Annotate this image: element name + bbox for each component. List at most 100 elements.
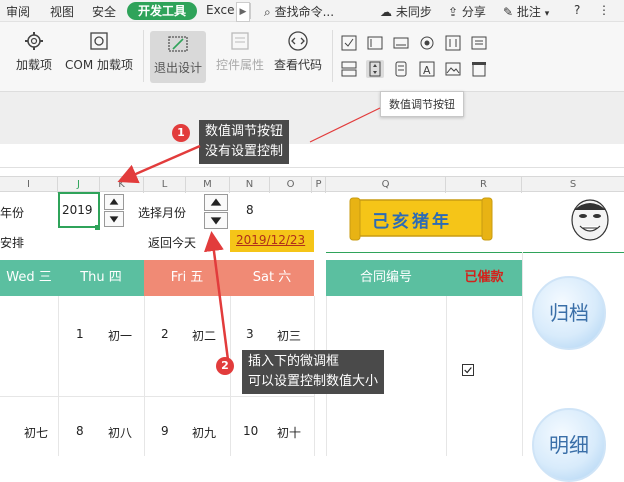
cal-lunar-day: 初九	[192, 426, 217, 440]
checkmark-icon	[464, 367, 472, 374]
cal-lunar-day: 初三	[277, 329, 302, 343]
groupbox-control-icon[interactable]	[392, 60, 410, 78]
search-command[interactable]: ⌕ 查找命令...	[264, 3, 334, 20]
com-addins-button[interactable]: COM 加载项	[62, 30, 136, 73]
gear-icon	[25, 32, 43, 50]
cal-day-number[interactable]: 1	[76, 327, 84, 341]
month-value: 8	[246, 203, 254, 217]
archive-button[interactable]: 归档	[532, 276, 606, 350]
year-spin-down-button[interactable]	[104, 211, 124, 227]
checkbox-control-icon[interactable]	[340, 34, 358, 52]
exit-design-button[interactable]: 退出设计	[150, 31, 206, 83]
search-icon: ⌕	[264, 5, 271, 19]
detail-button[interactable]: 明细	[532, 408, 606, 482]
ribbon-gap	[0, 92, 624, 144]
share-label: 分享	[461, 5, 486, 19]
callout-1-line1: 数值调节按钮	[205, 124, 284, 139]
code-icon	[288, 31, 308, 51]
help-button[interactable]: ?	[574, 3, 580, 17]
control-properties-button[interactable]: 控件属性	[212, 30, 268, 73]
exit-design-label: 退出设计	[153, 61, 202, 75]
urged-checkbox[interactable]	[462, 364, 474, 376]
share-button[interactable]: ⇪ 分享	[448, 3, 486, 20]
cal-day-number[interactable]: 2	[161, 327, 169, 341]
month-label: 选择月份	[138, 206, 187, 220]
fill-handle[interactable]	[95, 225, 100, 230]
meme-face-icon	[571, 199, 609, 241]
menu-security[interactable]: 安全	[92, 3, 116, 20]
more-controls-icon[interactable]	[470, 60, 488, 78]
schedule-label: 安排	[0, 236, 25, 250]
year-spin-up-button[interactable]	[104, 194, 124, 210]
today-date-cell: 2019/12/23	[230, 230, 314, 252]
column-header-o[interactable]: O	[270, 177, 312, 193]
spin-button-control-icon[interactable]	[366, 60, 384, 78]
cal-lunar-day: 初七	[24, 426, 49, 440]
today-date[interactable]: 2019/12/23	[236, 233, 305, 247]
combobox-control-icon[interactable]	[470, 34, 488, 52]
callout-2-badge: 2	[216, 357, 234, 375]
callout-2-line1: 插入下的微调框	[248, 354, 340, 369]
cal-day-number[interactable]: 3	[246, 327, 254, 341]
callout-2: 插入下的微调框 可以设置控制数值大小	[242, 350, 385, 394]
column-header-l[interactable]: L	[144, 177, 186, 193]
month-spin-down-button[interactable]	[204, 212, 228, 229]
design-mode-icon	[168, 36, 188, 52]
cal-header-wed: Wed 三	[0, 260, 58, 296]
cal-header-fri: Fri 五	[144, 260, 230, 296]
cal-lunar-day: 初二	[192, 329, 217, 343]
cloud-sync-icon: ☁	[380, 5, 392, 19]
image-control-icon[interactable]	[444, 60, 462, 78]
column-header-r[interactable]: R	[446, 177, 522, 193]
menu-review[interactable]: 审阅	[6, 3, 30, 20]
column-header-s[interactable]: S	[522, 177, 624, 193]
column-header-n[interactable]: N	[230, 177, 270, 193]
urged-payment-header: 已催款	[446, 260, 522, 296]
column-header-q[interactable]: Q	[326, 177, 446, 193]
svg-text:A: A	[423, 64, 431, 77]
column-header-k[interactable]: K	[100, 177, 144, 193]
month-spin-up-button[interactable]	[204, 194, 228, 211]
sync-status[interactable]: ☁ 未同步	[380, 3, 432, 20]
menu-view[interactable]: 视图	[50, 3, 74, 20]
cal-day-number[interactable]: 8	[76, 424, 84, 438]
textbox-control-icon[interactable]	[366, 34, 384, 52]
chevron-down-icon: ▾	[544, 9, 550, 19]
column-headers: I J K L M N O P Q R S	[0, 176, 624, 193]
return-today-link[interactable]: 返回今天	[148, 234, 196, 251]
callout-1: 数值调节按钮 没有设置控制	[199, 120, 290, 164]
share-icon: ⇪	[448, 5, 459, 19]
addins-button[interactable]: 加载项	[14, 30, 54, 73]
contract-number-header: 合同编号	[326, 260, 446, 296]
option-button-control-icon[interactable]	[418, 34, 436, 52]
column-header-p[interactable]: P	[312, 177, 326, 193]
comment-button[interactable]: ✎ 批注 ▾	[503, 3, 549, 20]
scrollbar-control-icon[interactable]	[340, 60, 358, 78]
label-control-icon[interactable]: A	[418, 60, 436, 78]
comment-icon: ✎	[503, 5, 514, 19]
cal-lunar-day: 初一	[108, 329, 133, 343]
column-header-m[interactable]: M	[186, 177, 230, 193]
callout-1-line2: 没有设置控制	[205, 144, 284, 159]
cal-header-thu: Thu 四	[58, 260, 144, 296]
ribbon-scroll-right-button[interactable]: ▶	[236, 2, 250, 22]
column-header-i[interactable]: I	[0, 177, 58, 193]
column-header-j[interactable]: J	[58, 177, 100, 193]
control-properties-label: 控件属性	[215, 58, 264, 72]
more-options-icon[interactable]: ⋮	[598, 3, 610, 17]
com-addins-label: COM 加载项	[65, 58, 133, 72]
callout-1-badge: 1	[172, 124, 190, 142]
cal-header-sat: Sat 六	[230, 260, 314, 296]
cal-day-number[interactable]: 9	[161, 424, 169, 438]
listbox-control-icon[interactable]	[444, 34, 462, 52]
menu-excel-overflow[interactable]: Exce	[206, 3, 234, 17]
cal-lunar-day: 初十	[277, 426, 302, 440]
year-cell[interactable]: 2019	[58, 192, 100, 228]
tab-developer-tools[interactable]: 开发工具	[127, 2, 197, 20]
cal-day-number[interactable]: 10	[243, 424, 258, 438]
comment-label: 批注	[516, 5, 541, 19]
formula-bar[interactable]	[0, 144, 624, 168]
view-code-label: 查看代码	[273, 58, 322, 72]
button-control-icon[interactable]	[392, 34, 410, 52]
view-code-button[interactable]: 查看代码	[270, 30, 326, 73]
